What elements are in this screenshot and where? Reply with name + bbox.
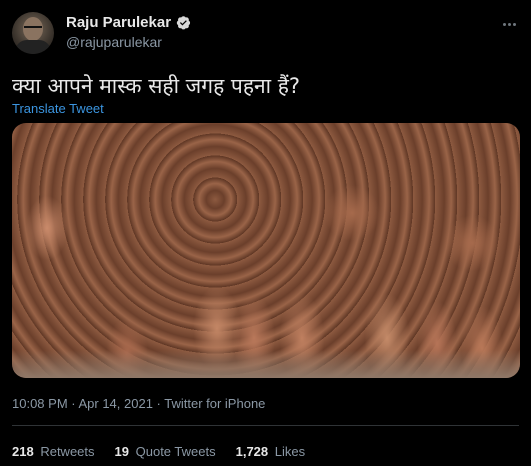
translate-tweet-link[interactable]: Translate Tweet	[12, 101, 104, 116]
likes-label: Likes	[274, 444, 306, 459]
more-options-icon[interactable]	[499, 14, 519, 34]
tweet-text: क्या आपने मास्क सही जगह पहना हैं?	[12, 74, 301, 98]
author-name[interactable]: Raju Parulekar	[66, 14, 171, 31]
tweet-stats: 218 Retweets 19 Quote Tweets 1,728 Likes	[12, 444, 305, 459]
avatar-body	[15, 40, 51, 54]
author-handle[interactable]: @rajuparulekar	[66, 34, 162, 50]
likes-stat[interactable]: 1,728 Likes	[236, 444, 306, 459]
author-name-row[interactable]: Raju Parulekar	[66, 14, 191, 31]
retweets-stat[interactable]: 218 Retweets	[12, 444, 95, 459]
avatar-glasses	[24, 26, 42, 32]
retweets-count: 218	[12, 444, 34, 459]
likes-count: 1,728	[235, 444, 269, 459]
quote-tweets-count: 19	[114, 444, 129, 459]
divider	[12, 425, 519, 426]
quote-tweets-label: Quote Tweets	[135, 444, 216, 459]
author-avatar[interactable]	[12, 12, 54, 54]
quote-tweets-stat[interactable]: 19 Quote Tweets	[115, 444, 216, 459]
photo-ground	[12, 350, 520, 378]
retweets-label: Retweets	[40, 444, 95, 459]
tweet-timestamp[interactable]: 10:08 PM · Apr 14, 2021 · Twitter for iP…	[12, 396, 265, 411]
verified-badge-icon	[176, 16, 191, 30]
tweet-photo[interactable]	[12, 123, 520, 378]
